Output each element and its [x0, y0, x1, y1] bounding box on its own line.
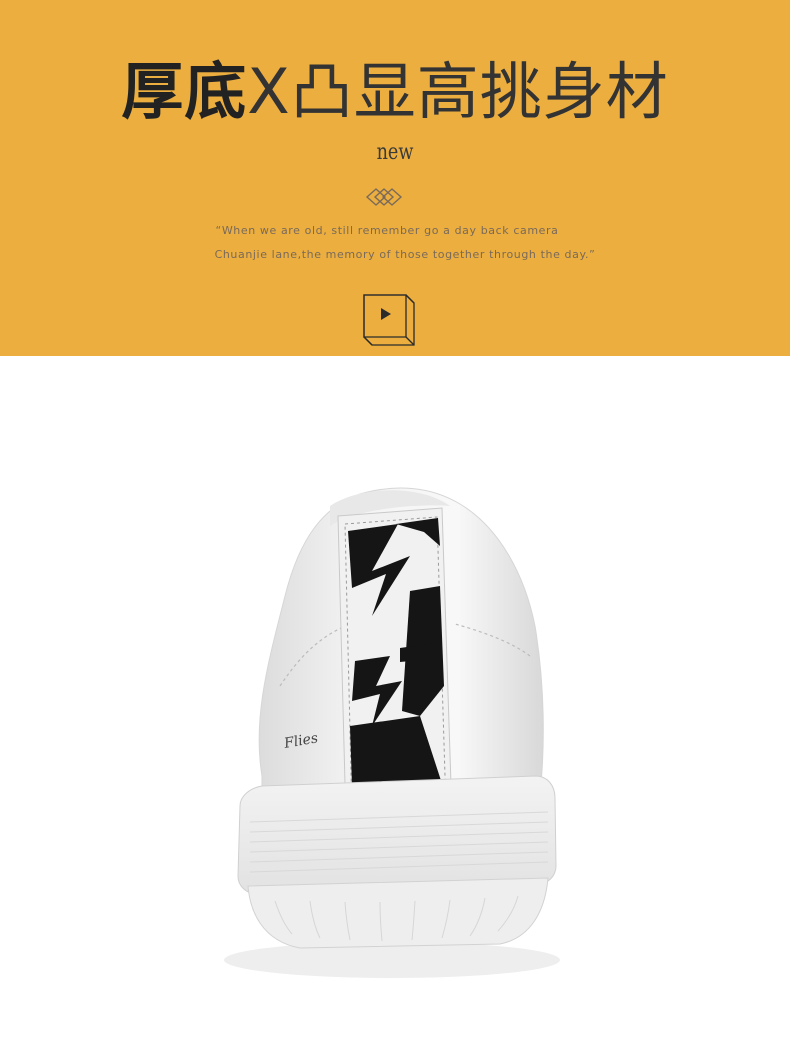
quote-line-1: “When we are old, still remember go a da… [215, 224, 559, 237]
headline-light-text: X凸显高挑身材 [247, 55, 669, 128]
product-detail-page: 厚底X凸显高挑身材 new “When we are old, still re… [0, 0, 790, 1046]
product-image-area: Flies [0, 356, 790, 1046]
promo-banner: 厚底X凸显高挑身材 new “When we are old, still re… [0, 0, 790, 356]
headline: 厚底X凸显高挑身材 [0, 56, 790, 128]
quote-line-2: Chuanjie lane,the memory of those togeth… [214, 248, 596, 261]
play-icon [381, 308, 391, 320]
new-label: new [376, 140, 414, 165]
double-diamond-icon [365, 188, 403, 206]
sneaker-image: Flies [224, 487, 560, 978]
play-button[interactable] [358, 289, 418, 349]
headline-bold-text: 厚底 [121, 55, 248, 128]
